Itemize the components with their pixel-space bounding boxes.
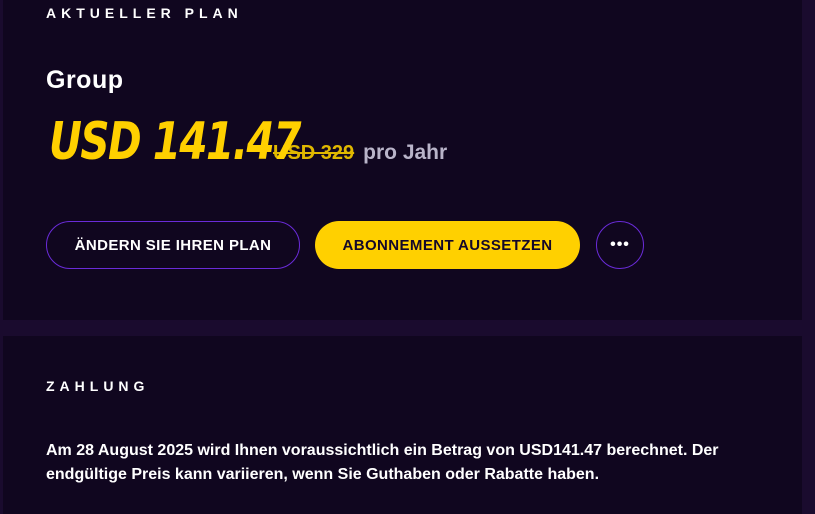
current-plan-heading: AKTUELLER PLAN [46, 5, 243, 21]
change-plan-button[interactable]: ÄNDERN SIE IHREN PLAN [46, 221, 300, 269]
payment-panel: ZAHLUNG Am 28 August 2025 wird Ihnen vor… [3, 336, 802, 514]
plan-name: Group [46, 66, 124, 94]
section-divider [0, 320, 815, 336]
payment-description: Am 28 August 2025 wird Ihnen voraussicht… [46, 442, 719, 483]
billing-period: pro Jahr [363, 141, 448, 164]
more-options-button[interactable]: ••• [596, 221, 644, 269]
current-plan-panel: AKTUELLER PLAN Group USD 141.47 USD 329 … [3, 0, 802, 320]
pause-subscription-button[interactable]: ABONNEMENT AUSSETZEN [315, 221, 580, 269]
current-price: USD 141.47 [49, 112, 301, 172]
price-row: USD 141.47 USD 329 pro Jahr [49, 112, 447, 178]
subscription-page: AKTUELLER PLAN Group USD 141.47 USD 329 … [0, 0, 815, 514]
payment-heading: ZAHLUNG [46, 378, 150, 394]
more-horizontal-icon: ••• [610, 236, 630, 253]
